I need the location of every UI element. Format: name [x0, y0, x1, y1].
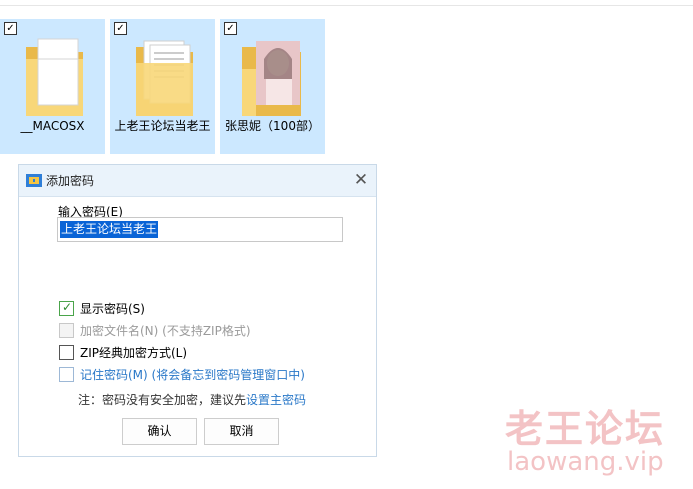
file-item-laowang[interactable]: ✓ 上老王论坛当老王 — [110, 19, 215, 154]
check-icon: ✓ — [62, 300, 73, 314]
checkbox-box[interactable] — [59, 345, 74, 360]
file-name: 上老王论坛当老王 — [114, 119, 211, 133]
archive-lock-icon — [26, 174, 42, 187]
set-master-password-link[interactable]: 设置主密码 — [246, 393, 306, 407]
security-note: 注：密码没有安全加密，建议先设置主密码 — [78, 391, 306, 408]
checkbox-box — [59, 323, 74, 338]
dialog-title: 添加密码 — [46, 174, 95, 188]
file-checkbox[interactable]: ✓ — [4, 22, 17, 35]
file-item-macosx[interactable]: ✓ __MACOSX — [0, 19, 105, 154]
folder-photo-icon — [242, 41, 301, 116]
option-label: 加密文件名(N) (不支持ZIP格式) — [80, 324, 251, 338]
file-checkbox[interactable]: ✓ — [114, 22, 127, 35]
cancel-button[interactable]: 取消 — [204, 418, 279, 445]
option-label: 显示密码(S) — [80, 302, 145, 316]
folder-icon — [26, 38, 83, 116]
file-checkbox[interactable]: ✓ — [224, 22, 237, 35]
confirm-button[interactable]: 确认 — [122, 418, 197, 445]
password-input[interactable]: 上老王论坛当老王 — [57, 217, 343, 242]
file-name: __MACOSX — [20, 119, 85, 133]
divider-line — [0, 5, 693, 6]
note-text: 注：密码没有安全加密，建议先 — [78, 393, 247, 407]
watermark-title: 老王论坛 — [505, 407, 666, 451]
file-item-zhangsini[interactable]: ✓ 张思妮（100部） — [220, 19, 325, 154]
close-icon[interactable]: ✕ — [352, 171, 370, 189]
watermark-url: laowang.vip — [507, 447, 664, 477]
file-name: 张思妮（100部） — [225, 119, 320, 133]
add-password-dialog: 添加密码 ✕ 输入密码(E) 上老王论坛当老王 ✓ 显示密码(S) 加密文件名(… — [18, 164, 377, 457]
dialog-titlebar: 添加密码 ✕ — [19, 165, 376, 197]
folder-docs-icon — [136, 40, 193, 116]
option-label: ZIP经典加密方式(L) — [80, 346, 188, 360]
checkbox-box[interactable]: ✓ — [59, 300, 74, 316]
checkbox-box[interactable] — [59, 367, 74, 382]
password-value: 上老王论坛当老王 — [60, 221, 159, 238]
option-label: 记住密码(M) (将会备忘到密码管理窗口中) — [80, 368, 305, 382]
